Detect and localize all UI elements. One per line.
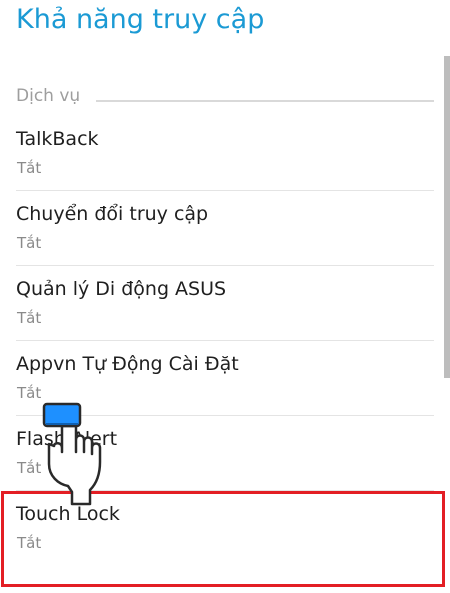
list-item-switch-access[interactable]: Chuyển đổi truy cập Tắt <box>0 191 450 266</box>
pointing-hand-icon <box>42 402 102 506</box>
list-item-title: Quản lý Di động ASUS <box>16 278 227 300</box>
list-item-title: Chuyển đổi truy cập <box>16 203 209 225</box>
section-header-services: Dịch vụ <box>16 86 434 108</box>
list-item-title: Appvn Tự Động Cài Đặt <box>16 353 239 375</box>
section-label: Dịch vụ <box>16 86 87 106</box>
list-item-talkback[interactable]: TalkBack Tắt <box>0 116 450 191</box>
list-item-asus-mobile-manager[interactable]: Quản lý Di động ASUS Tắt <box>0 266 450 341</box>
list-item-status: Tắt <box>17 534 42 552</box>
page-title: Khả năng truy cập <box>16 4 265 35</box>
list-item-status: Tắt <box>17 234 42 252</box>
list-item-title: TalkBack <box>16 128 99 150</box>
list-item-status: Tắt <box>17 159 42 177</box>
section-divider <box>96 100 434 102</box>
list-item-status: Tắt <box>17 309 42 327</box>
list-item-title: Touch Lock <box>16 503 120 525</box>
list-item-status: Tắt <box>17 384 42 402</box>
